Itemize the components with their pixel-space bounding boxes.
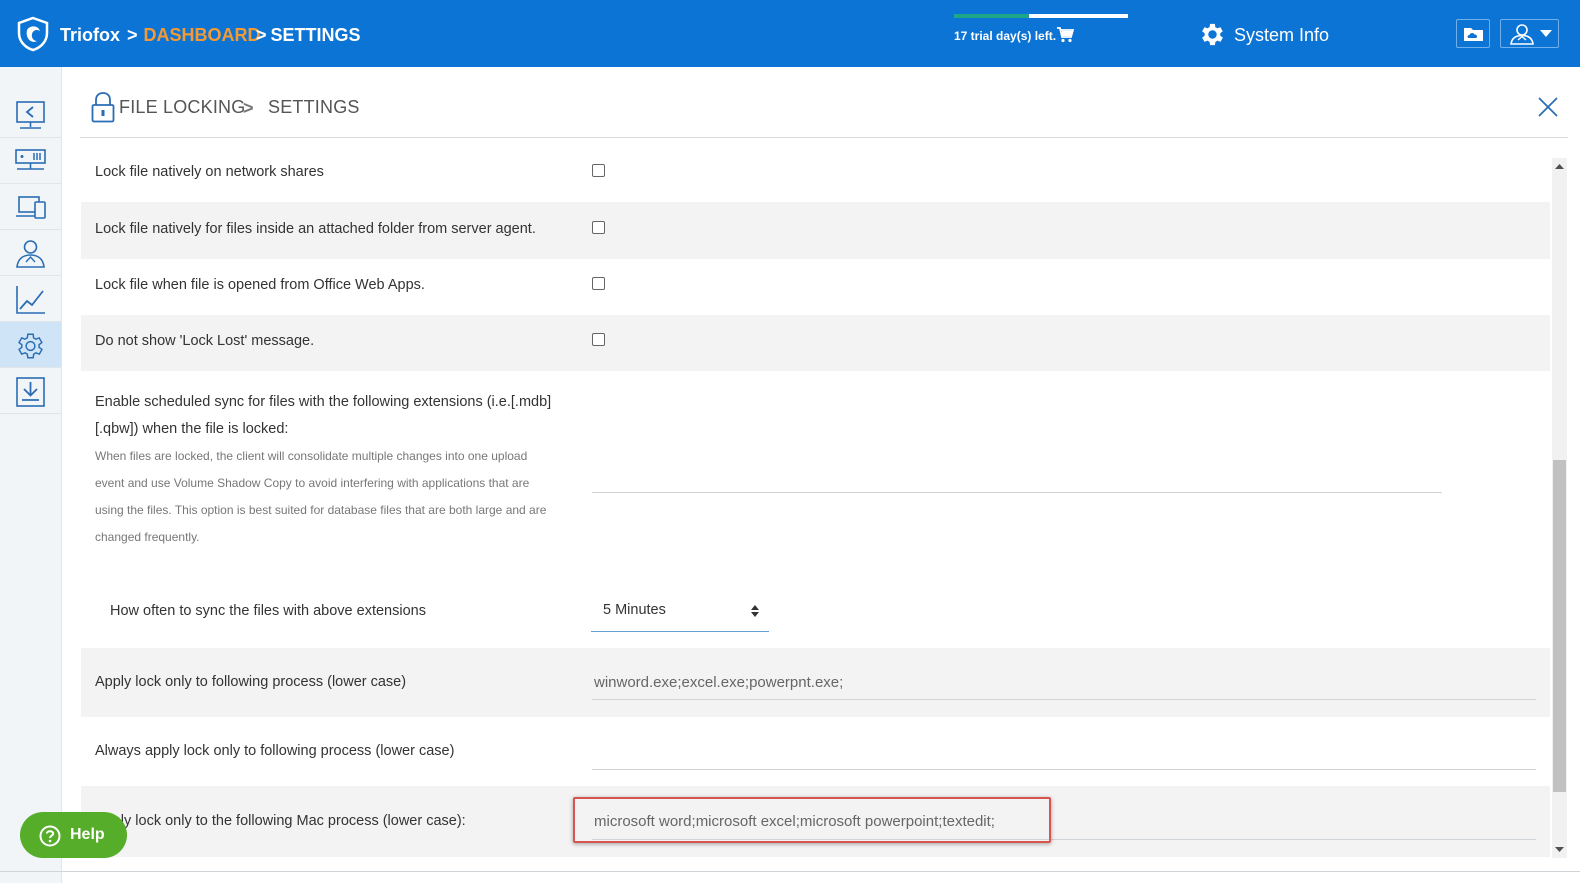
server-network-icon: [15, 149, 46, 170]
download-icon: [16, 377, 45, 407]
sidebar-item-servers[interactable]: [0, 138, 61, 184]
scheduled-sync-label: Enable scheduled sync for files with the…: [95, 389, 565, 551]
sidebar-item-downloads[interactable]: [0, 368, 61, 414]
label-line: Enable scheduled sync for files with the…: [95, 394, 552, 410]
setting-label: Always apply lock only to following proc…: [95, 743, 455, 759]
chart-icon: [16, 286, 45, 314]
devices-icon: [16, 196, 46, 219]
cloud-folder-icon: [1464, 28, 1483, 41]
trial-progress-bar: [954, 14, 1128, 18]
setting-row-apply-lock-process: Apply lock only to following process (lo…: [81, 648, 1550, 717]
scrollbar-thumb[interactable]: [1553, 460, 1566, 792]
trial-progress-fill: [954, 14, 1029, 18]
system-info-link[interactable]: System Info: [1234, 25, 1329, 46]
header-divider: [80, 137, 1568, 138]
breadcrumb-separator: >: [256, 25, 267, 45]
user-menu-button[interactable]: [1500, 19, 1559, 48]
caret-down-icon: [1540, 30, 1552, 37]
header-chevron: >: [243, 98, 254, 118]
label-line: [.qbw]) when the file is locked:: [95, 421, 289, 437]
setting-row-always-apply-lock-process: Always apply lock only to following proc…: [81, 717, 1550, 786]
select-arrows-icon: [751, 605, 759, 617]
breadcrumb-settings-label: SETTINGS: [270, 25, 361, 45]
cart-icon[interactable]: [1057, 27, 1074, 43]
sidebar-item-devices[interactable]: [0, 184, 61, 230]
sync-interval-select[interactable]: 5 Minutes: [591, 590, 769, 632]
user-icon: [1510, 24, 1534, 45]
input-underline: [592, 699, 1536, 700]
breadcrumb-separator: >: [127, 25, 138, 45]
bottom-divider: [0, 871, 1580, 872]
sidebar-item-users[interactable]: [0, 230, 61, 276]
share-screen-icon: [16, 101, 45, 129]
help-label: Help: [70, 826, 105, 843]
setting-label: Lock file natively on network shares: [95, 164, 324, 180]
left-sidebar: [0, 67, 62, 883]
highlight-box: [573, 797, 1051, 843]
setting-row-scheduled-sync: Enable scheduled sync for files with the…: [81, 371, 1550, 648]
setting-row-no-lock-lost: Do not show 'Lock Lost' message.: [81, 315, 1550, 371]
scroll-up-icon[interactable]: [1554, 162, 1565, 170]
lock-native-attached-checkbox[interactable]: [592, 221, 605, 234]
trial-days-text[interactable]: 17 trial day(s) left.: [954, 29, 1056, 43]
brand-name[interactable]: Triofox: [60, 25, 120, 46]
close-icon[interactable]: [1537, 96, 1559, 118]
setting-row-lock-native-shares: Lock file natively on network shares: [81, 145, 1550, 202]
help-note-line: changed frequently.: [95, 530, 200, 544]
section-title[interactable]: FILE LOCKING: [119, 97, 245, 118]
setting-label: Do not show 'Lock Lost' message.: [95, 333, 315, 349]
sync-interval-label: How often to sync the files with above e…: [110, 603, 426, 619]
question-icon: [39, 825, 61, 847]
help-note-line: When files are locked, the client will c…: [95, 449, 528, 463]
lock-icon: [91, 92, 115, 123]
breadcrumb-dashboard-link[interactable]: DASHBOARD: [144, 25, 261, 45]
input-underline: [592, 492, 1442, 493]
help-note-line: event and use Volume Shadow Copy to avoi…: [95, 476, 530, 490]
sidebar-item-share[interactable]: [0, 92, 61, 138]
settings-gear-icon: [18, 333, 43, 359]
users-icon: [16, 240, 45, 268]
help-note-line: using the files. This option is best sui…: [95, 503, 547, 517]
setting-label: Apply lock only to following process (lo…: [95, 674, 407, 690]
help-button[interactable]: Help: [20, 812, 127, 858]
sidebar-item-settings[interactable]: [0, 322, 61, 368]
breadcrumb-dashboard[interactable]: > DASHBOARD: [127, 25, 261, 46]
top-bar: Triofox > DASHBOARD > SETTINGS 17 trial da…: [0, 0, 1580, 67]
cloud-folder-button[interactable]: [1456, 19, 1490, 48]
breadcrumb-settings: > SETTINGS: [256, 25, 361, 46]
setting-label: Lock file when file is opened from Offic…: [95, 277, 425, 293]
sync-interval-value: 5 Minutes: [603, 602, 666, 618]
system-info-gear-icon[interactable]: [1198, 20, 1227, 49]
input-underline: [592, 769, 1536, 770]
scheduled-sync-extensions-input[interactable]: [594, 466, 1442, 492]
setting-row-lock-native-attached: Lock file natively for files inside an a…: [81, 202, 1550, 259]
scroll-down-icon[interactable]: [1554, 846, 1565, 854]
page-title: SETTINGS: [268, 97, 360, 117]
no-lock-lost-checkbox[interactable]: [592, 333, 605, 346]
setting-label: Apply lock only to the following Mac pro…: [95, 813, 466, 829]
setting-row-lock-office-web: Lock file when file is opened from Offic…: [81, 259, 1550, 315]
lock-office-web-checkbox[interactable]: [592, 277, 605, 290]
triofox-logo-icon[interactable]: [16, 16, 50, 52]
sidebar-item-reports[interactable]: [0, 276, 61, 322]
apply-lock-process-input[interactable]: winword.exe;excel.exe;powerpnt.exe;: [594, 674, 1534, 691]
lock-native-shares-checkbox[interactable]: [592, 164, 605, 177]
setting-label: Lock file natively for files inside an a…: [95, 221, 536, 237]
